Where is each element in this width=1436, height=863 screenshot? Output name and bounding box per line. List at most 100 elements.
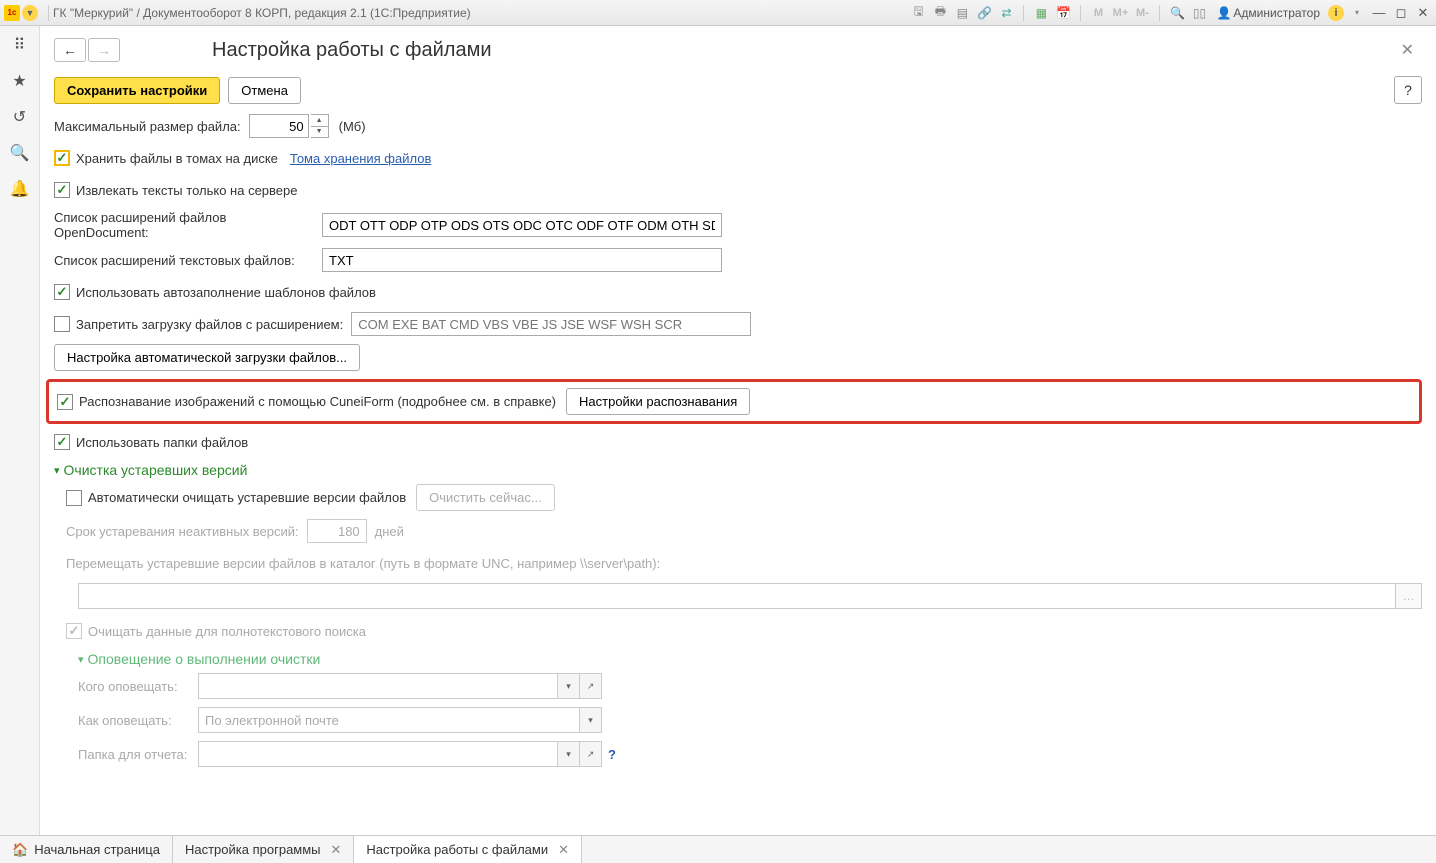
tab-file-settings[interactable]: Настройка работы с файлами ✕	[354, 836, 582, 863]
form: Максимальный размер файла: ▲▼ (Мб) Храни…	[40, 114, 1436, 767]
search-icon[interactable]: 🔍	[9, 142, 31, 164]
move-path-label: Перемещать устаревшие версии файлов в ка…	[66, 556, 660, 571]
dropdown-icon[interactable]: ▼	[22, 5, 38, 21]
clean-now-button[interactable]: Очистить сейчас...	[416, 484, 555, 511]
move-path-input[interactable]	[78, 583, 1396, 609]
close-window-button[interactable]: ✕	[1414, 5, 1432, 21]
maxsize-spinner[interactable]: ▲▼	[249, 114, 329, 138]
save-icon[interactable]: 🖫	[909, 4, 927, 22]
info-icon[interactable]: i	[1328, 5, 1344, 21]
who-input[interactable]	[198, 673, 558, 699]
bell-icon[interactable]: 🔔	[9, 178, 31, 200]
calc-icon[interactable]: ▦	[1032, 4, 1050, 22]
tab-home-label: Начальная страница	[34, 842, 160, 857]
who-dropdown-button[interactable]: ▾	[558, 673, 580, 699]
store-volumes-label: Хранить файлы в томах на диске	[76, 151, 278, 166]
how-label: Как оповещать:	[78, 713, 190, 728]
save-settings-button[interactable]: Сохранить настройки	[54, 77, 220, 104]
user-label[interactable]: 👤Администратор	[1216, 6, 1320, 20]
autofill-checkbox[interactable]	[54, 284, 70, 300]
m-icon[interactable]: M	[1089, 4, 1107, 22]
divider	[1159, 5, 1160, 21]
zoom-icon[interactable]: 🔍	[1168, 4, 1186, 22]
od-input[interactable]	[322, 213, 722, 237]
auto-cleanup-checkbox[interactable]	[66, 490, 82, 506]
folder-label: Папка для отчета:	[78, 747, 190, 762]
tab-program-settings[interactable]: Настройка программы ✕	[173, 836, 354, 863]
m-plus-icon[interactable]: M+	[1111, 4, 1129, 22]
ocr-label: Распознавание изображений с помощью Cune…	[79, 394, 556, 409]
store-volumes-checkbox[interactable]	[54, 150, 70, 166]
autoload-settings-button[interactable]: Настройка автоматической загрузки файлов…	[54, 344, 360, 371]
divider	[1080, 5, 1081, 21]
folder-dropdown-button[interactable]: ▾	[558, 741, 580, 767]
minimize-button[interactable]: —	[1370, 5, 1388, 21]
m-minus-icon[interactable]: M-	[1133, 4, 1151, 22]
age-input[interactable]	[307, 519, 367, 543]
history-icon[interactable]: ↺	[9, 106, 31, 128]
tab-program-label: Настройка программы	[185, 842, 321, 857]
maxsize-label: Максимальный размер файла:	[54, 119, 241, 134]
bottom-tabs: 🏠 Начальная страница Настройка программы…	[0, 835, 1436, 863]
deny-ext-label: Запретить загрузку файлов с расширением:	[76, 317, 343, 332]
app-logo-icon: 1c	[4, 5, 20, 21]
content-area: ← → Настройка работы с файлами ✕ Сохрани…	[40, 26, 1436, 835]
tab-close-icon[interactable]: ✕	[558, 842, 569, 858]
info-dropdown-icon[interactable]: ▾	[1348, 4, 1366, 22]
volumes-link[interactable]: Тома хранения файлов	[290, 151, 431, 166]
auto-cleanup-label: Автоматически очищать устаревшие версии …	[88, 490, 406, 505]
cleanup-section-header[interactable]: ▾ Очистка устаревших версий	[54, 462, 1422, 478]
tab-home[interactable]: 🏠 Начальная страница	[0, 836, 173, 863]
top-nav: ← → Настройка работы с файлами ✕	[40, 26, 1436, 72]
preview-icon[interactable]: ▤	[953, 4, 971, 22]
panels-icon[interactable]: ▯▯	[1190, 4, 1208, 22]
cancel-button[interactable]: Отмена	[228, 77, 301, 104]
username: Администратор	[1233, 6, 1320, 20]
how-dropdown-button[interactable]: ▾	[580, 707, 602, 733]
deny-ext-input[interactable]	[351, 312, 751, 336]
chevron-down-icon: ▾	[54, 464, 60, 477]
use-folders-checkbox[interactable]	[54, 434, 70, 450]
divider	[1023, 5, 1024, 21]
tab-close-icon[interactable]: ✕	[331, 842, 342, 858]
od-label: Список расширений файлов OpenDocument:	[54, 210, 314, 240]
help-button[interactable]: ?	[1394, 76, 1422, 104]
spin-up-icon[interactable]: ▲	[311, 115, 328, 127]
calendar-icon[interactable]: 📅	[1054, 4, 1072, 22]
window-title: ГК "Меркурий" / Документооборот 8 КОРП, …	[53, 6, 471, 20]
ocr-checkbox[interactable]	[57, 394, 73, 410]
browse-path-button[interactable]: …	[1396, 583, 1422, 609]
ocr-highlight-box: Распознавание изображений с помощью Cune…	[46, 379, 1422, 424]
deny-ext-checkbox[interactable]	[54, 316, 70, 332]
apps-icon[interactable]: ⠿	[9, 34, 31, 56]
ocr-settings-button[interactable]: Настройки распознавания	[566, 388, 750, 415]
txt-input[interactable]	[322, 248, 722, 272]
chevron-down-icon: ▾	[78, 653, 84, 666]
back-button[interactable]: ←	[54, 38, 86, 62]
maxsize-input[interactable]	[249, 114, 309, 138]
folder-help-icon[interactable]: ?	[608, 747, 616, 762]
folder-input[interactable]	[198, 741, 558, 767]
folder-open-button[interactable]: ↗	[580, 741, 602, 767]
who-open-button[interactable]: ↗	[580, 673, 602, 699]
spin-down-icon[interactable]: ▼	[311, 127, 328, 138]
extract-server-checkbox[interactable]	[54, 182, 70, 198]
age-label: Срок устаревания неактивных версий:	[66, 524, 299, 539]
star-icon[interactable]: ★	[9, 70, 31, 92]
home-icon: 🏠	[12, 842, 28, 858]
forward-button[interactable]: →	[88, 38, 120, 62]
txt-label: Список расширений текстовых файлов:	[54, 253, 314, 268]
sidebar: ⠿ ★ ↺ 🔍 🔔	[0, 26, 40, 835]
compare-icon[interactable]: ⇄	[997, 4, 1015, 22]
how-input[interactable]	[198, 707, 580, 733]
fulltext-checkbox	[66, 623, 82, 639]
notify-section-header[interactable]: ▾ Оповещение о выполнении очистки	[78, 651, 1422, 667]
tab-file-label: Настройка работы с файлами	[366, 842, 548, 857]
maximize-button[interactable]: ◻	[1392, 5, 1410, 21]
print-icon[interactable]: 🖶	[931, 4, 949, 22]
fulltext-label: Очищать данные для полнотекстового поиск…	[88, 624, 366, 639]
link-icon[interactable]: 🔗	[975, 4, 993, 22]
notify-header-label: Оповещение о выполнении очистки	[88, 651, 321, 667]
close-page-button[interactable]: ✕	[1393, 36, 1422, 64]
toolbar: Сохранить настройки Отмена ?	[40, 72, 1436, 114]
